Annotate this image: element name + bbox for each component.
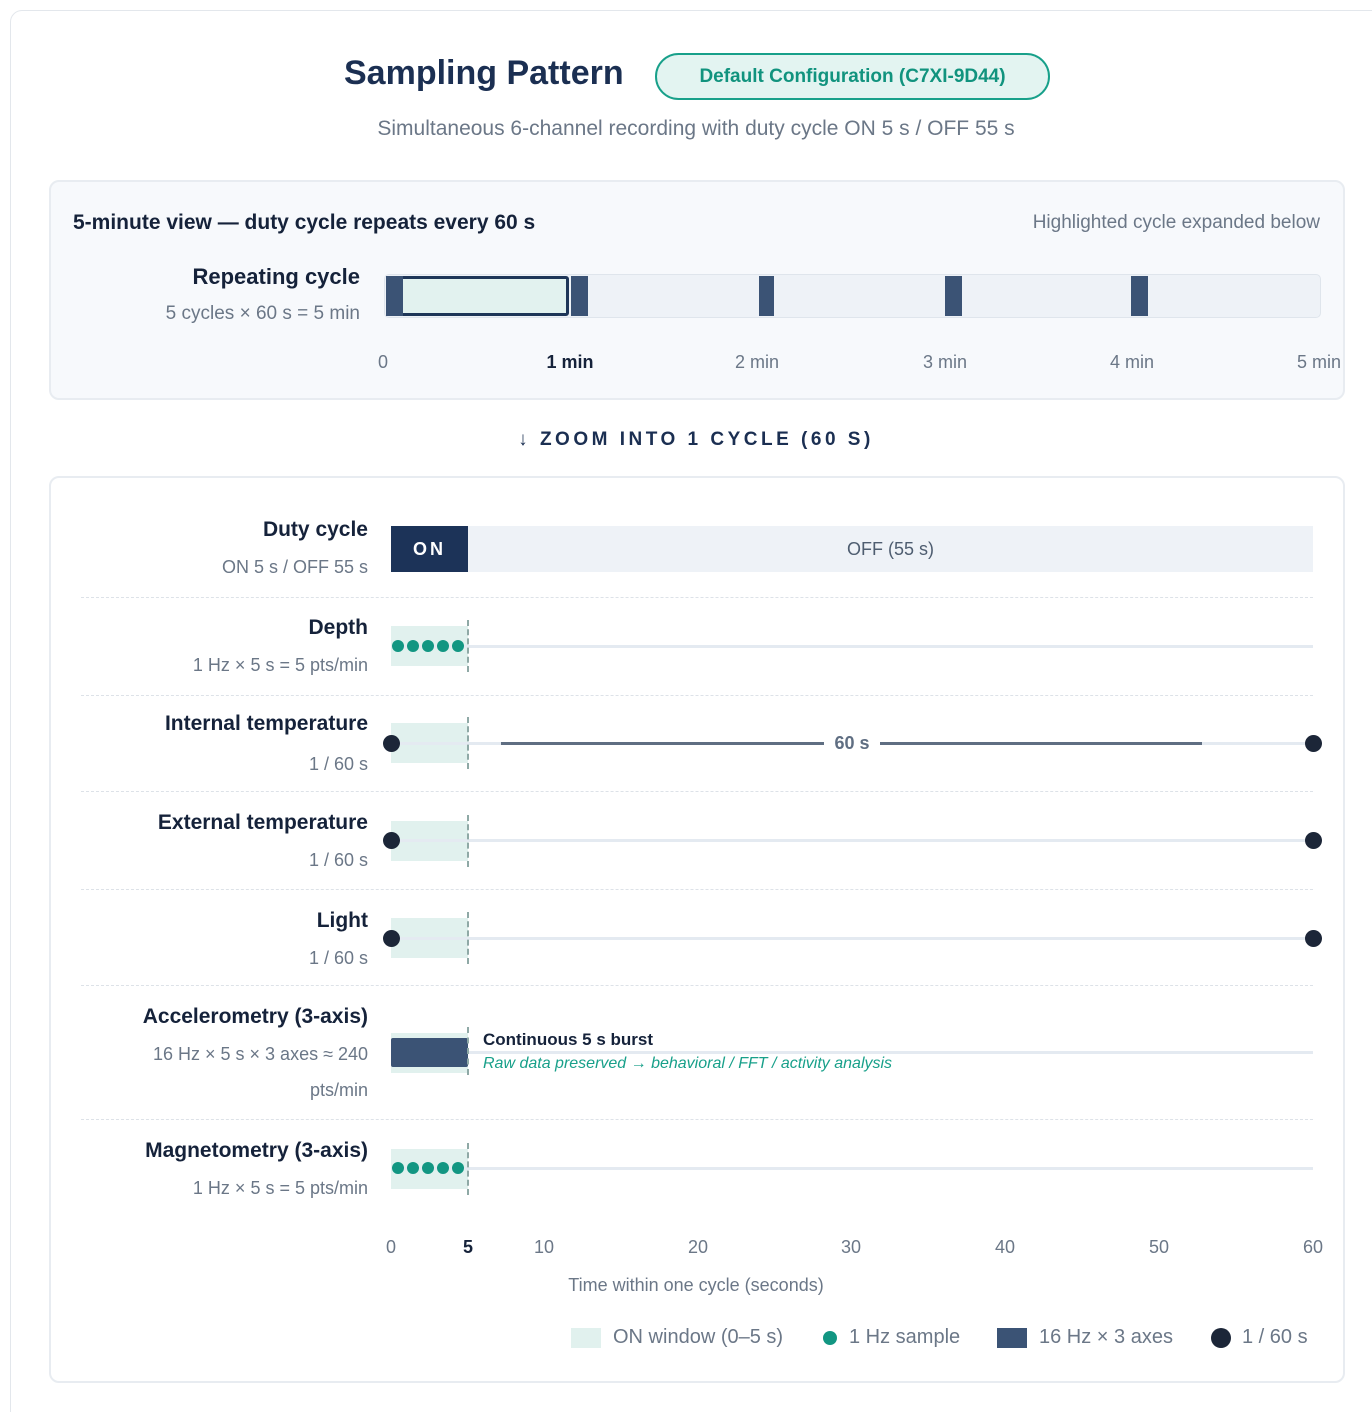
x-tick: 5 <box>462 1237 474 1257</box>
legend-on-window: ON window (0–5 s) <box>571 1326 783 1349</box>
timeline-baseline <box>391 1051 1313 1054</box>
light-name: Light <box>316 909 368 932</box>
overview-tick: 4 min <box>1109 352 1155 372</box>
legend-burst: 16 Hz × 3 axes <box>997 1326 1173 1349</box>
on-segment <box>571 276 588 316</box>
light-sub: 1 / 60 s <box>308 948 368 968</box>
highlighted-cycle <box>386 276 569 316</box>
1hz-sample-dot <box>407 1162 419 1174</box>
accel-sub-line2: pts/min <box>309 1080 368 1100</box>
burst-note: Raw data preserved → behavioral / FFT / … <box>483 1055 893 1072</box>
on-boundary <box>467 815 469 867</box>
1hz-sample-dot <box>392 640 404 652</box>
mag-sub: 1 Hz × 5 s = 5 pts/min <box>192 1178 368 1198</box>
x-axis-label: Time within one cycle (seconds) <box>568 1275 824 1295</box>
row-separator <box>81 791 1313 792</box>
external-temp-sub: 1 / 60 s <box>308 850 368 870</box>
overview-note: Highlighted cycle expanded below <box>1032 212 1320 233</box>
legend-label: 1 Hz sample <box>849 1326 961 1348</box>
legend-per60: 1 / 60 s <box>1211 1326 1308 1349</box>
on-boundary <box>467 912 469 964</box>
timeline-baseline <box>391 645 1313 648</box>
x-tick: 60 <box>1302 1237 1324 1257</box>
accel-name: Accelerometry (3-axis) <box>142 1005 368 1028</box>
depth-name: Depth <box>308 616 369 639</box>
1hz-sample-dot <box>422 1162 434 1174</box>
row-separator <box>81 1119 1313 1120</box>
mag-name: Magnetometry (3-axis) <box>145 1139 368 1162</box>
timeline-baseline <box>391 839 1313 842</box>
x-tick: 0 <box>385 1237 397 1257</box>
row-separator <box>81 597 1313 598</box>
1hz-sample-dot <box>452 640 464 652</box>
repeating-cycle-sub: 5 cycles × 60 s = 5 min <box>165 303 360 324</box>
page-title: Sampling Pattern <box>344 54 624 92</box>
legend-label: 1 / 60 s <box>1242 1326 1308 1348</box>
legend-1hz: 1 Hz sample <box>823 1326 960 1349</box>
row-separator <box>81 695 1313 696</box>
on-segment <box>945 276 962 316</box>
timeline-baseline <box>391 937 1313 940</box>
overview-tick: 1 min <box>546 352 594 372</box>
overview-tick: 3 min <box>922 352 968 372</box>
x-tick: 40 <box>994 1237 1016 1257</box>
overview-tick: 5 min <box>1296 352 1342 372</box>
1hz-sample-dot <box>437 1162 449 1174</box>
per-60s-sample-dot <box>383 930 400 947</box>
depth-sub: 1 Hz × 5 s = 5 pts/min <box>192 655 368 675</box>
timeline-baseline <box>391 1167 1313 1170</box>
1hz-sample-dot <box>407 640 419 652</box>
accel-sub-line1: 16 Hz × 5 s × 3 axes ≈ 240 <box>152 1044 368 1064</box>
on-boundary <box>467 1143 469 1195</box>
on-segment <box>1131 276 1148 316</box>
60s-span-label: 60 s <box>824 733 880 754</box>
repeating-cycle-label: Repeating cycle <box>192 264 360 289</box>
1hz-sample-dot <box>392 1162 404 1174</box>
overview-tick: 2 min <box>734 352 780 372</box>
row-separator <box>81 889 1313 890</box>
1hz-sample-dot <box>452 1162 464 1174</box>
legend-label: 16 Hz × 3 axes <box>1039 1326 1173 1348</box>
on-window-swatch <box>571 1327 601 1348</box>
on-boundary <box>467 1027 469 1075</box>
per-60s-sample-dot <box>1305 735 1322 752</box>
external-temp-name: External temperature <box>157 811 368 834</box>
dark-dot-swatch <box>1211 1327 1231 1348</box>
1hz-sample-dot <box>422 640 434 652</box>
duty-cycle-name: Duty cycle <box>262 518 368 541</box>
per-60s-sample-dot <box>383 832 400 849</box>
per-60s-sample-dot <box>383 735 400 752</box>
x-tick: 50 <box>1148 1237 1170 1257</box>
legend-label: ON window (0–5 s) <box>613 1326 784 1348</box>
on-boundary <box>467 620 469 672</box>
row-separator <box>81 985 1313 986</box>
overview-tick: 0 <box>377 352 389 372</box>
internal-temp-name: Internal temperature <box>164 712 368 735</box>
config-badge: Default Configuration (C7XI-9D44) <box>655 53 1050 100</box>
1hz-sample-dot <box>437 640 449 652</box>
x-tick: 20 <box>687 1237 709 1257</box>
x-tick: 10 <box>533 1237 555 1257</box>
duty-on-block: ON <box>391 526 468 572</box>
duty-cycle-sub: ON 5 s / OFF 55 s <box>221 557 368 577</box>
teal-dot-swatch <box>823 1330 837 1345</box>
on-segment <box>759 276 774 316</box>
burst-swatch <box>997 1327 1027 1348</box>
internal-temp-sub: 1 / 60 s <box>308 754 368 774</box>
overview-heading: 5-minute view — duty cycle repeats every… <box>73 211 536 234</box>
accel-burst-bar <box>391 1038 468 1067</box>
page-subtitle: Simultaneous 6-channel recording with du… <box>377 117 1015 140</box>
zoom-label: ↓ ZOOM INTO 1 CYCLE (60 S) <box>518 429 874 450</box>
burst-title: Continuous 5 s burst <box>483 1030 653 1049</box>
x-tick: 30 <box>840 1237 862 1257</box>
on-segment <box>386 276 403 316</box>
per-60s-sample-dot <box>1305 930 1322 947</box>
per-60s-sample-dot <box>1305 832 1322 849</box>
on-boundary <box>467 717 469 769</box>
duty-off-block: OFF (55 s) <box>468 526 1313 572</box>
